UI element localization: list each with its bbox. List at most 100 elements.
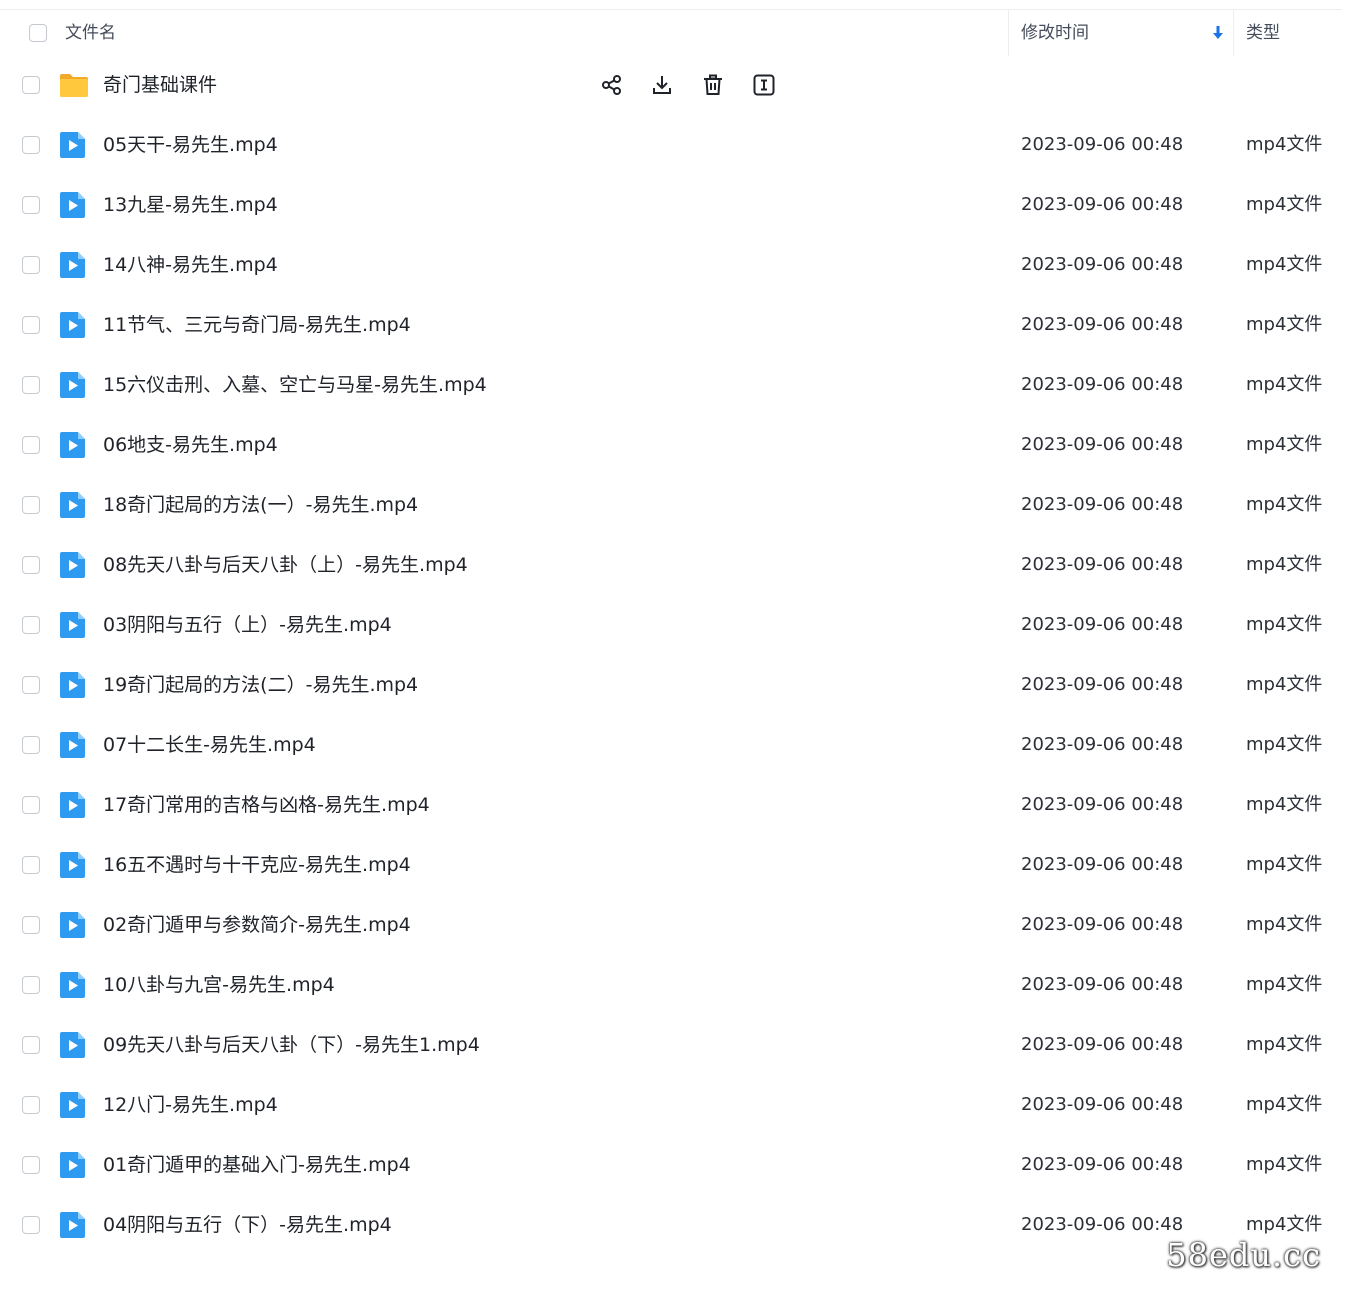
- file-modified-time: 2023-09-06 00:48: [1021, 194, 1184, 215]
- table-row[interactable]: 09先天八卦与后天八卦（下）-易先生1.mp4 2023-09-06 00:48…: [0, 1015, 1347, 1075]
- download-button[interactable]: [648, 71, 676, 99]
- file-type: mp4文件: [1246, 914, 1323, 935]
- row-checkbox[interactable]: [22, 376, 40, 394]
- trash-icon: [704, 74, 722, 95]
- row-checkbox[interactable]: [22, 256, 40, 274]
- video-file-icon: [60, 132, 85, 158]
- row-checkbox[interactable]: [22, 916, 40, 934]
- video-file-icon: [60, 672, 85, 698]
- file-name[interactable]: 15六仪击刑、入墓、空亡与马星-易先生.mp4: [103, 355, 487, 415]
- table-row[interactable]: 19奇门起局的方法(二）-易先生.mp4 2023-09-06 00:48 mp…: [0, 655, 1347, 715]
- row-checkbox[interactable]: [22, 1216, 40, 1234]
- video-file-icon: [60, 852, 85, 878]
- row-checkbox[interactable]: [22, 496, 40, 514]
- file-name[interactable]: 09先天八卦与后天八卦（下）-易先生1.mp4: [103, 1015, 480, 1075]
- file-name[interactable]: 19奇门起局的方法(二）-易先生.mp4: [103, 655, 418, 715]
- file-name[interactable]: 06地支-易先生.mp4: [103, 415, 278, 475]
- file-name[interactable]: 11节气、三元与奇门局-易先生.mp4: [103, 295, 411, 355]
- file-modified-time: 2023-09-06 00:48: [1021, 134, 1184, 155]
- table-row-folder[interactable]: 奇门基础课件: [0, 55, 1347, 115]
- table-row[interactable]: 04阴阳与五行（下）-易先生.mp4 2023-09-06 00:48 mp4文…: [0, 1195, 1347, 1255]
- table-row[interactable]: 16五不遇时与十干克应-易先生.mp4 2023-09-06 00:48 mp4…: [0, 835, 1347, 895]
- file-modified-time: 2023-09-06 00:48: [1021, 1214, 1184, 1235]
- file-name[interactable]: 12八门-易先生.mp4: [103, 1075, 278, 1135]
- row-checkbox[interactable]: [22, 76, 40, 94]
- row-checkbox[interactable]: [22, 196, 40, 214]
- row-checkbox[interactable]: [22, 856, 40, 874]
- file-name[interactable]: 07十二长生-易先生.mp4: [103, 715, 316, 775]
- folder-icon: [60, 74, 88, 97]
- file-name[interactable]: 01奇门遁甲的基础入门-易先生.mp4: [103, 1135, 411, 1195]
- row-checkbox[interactable]: [22, 736, 40, 754]
- share-button[interactable]: [598, 71, 626, 99]
- table-row[interactable]: 02奇门遁甲与参数简介-易先生.mp4 2023-09-06 00:48 mp4…: [0, 895, 1347, 955]
- table-row[interactable]: 14八神-易先生.mp4 2023-09-06 00:48 mp4文件: [0, 235, 1347, 295]
- select-all-checkbox[interactable]: [29, 24, 47, 42]
- table-row[interactable]: 01奇门遁甲的基础入门-易先生.mp4 2023-09-06 00:48 mp4…: [0, 1135, 1347, 1195]
- file-type: mp4文件: [1246, 314, 1323, 335]
- row-checkbox[interactable]: [22, 796, 40, 814]
- file-type: mp4文件: [1246, 974, 1323, 995]
- video-file-icon: [60, 192, 85, 218]
- video-file-icon: [60, 1152, 85, 1178]
- file-name[interactable]: 03阴阳与五行（上）-易先生.mp4: [103, 595, 392, 655]
- file-name[interactable]: 16五不遇时与十干克应-易先生.mp4: [103, 835, 411, 895]
- file-type: mp4文件: [1246, 434, 1323, 455]
- file-modified-time: 2023-09-06 00:48: [1021, 914, 1184, 935]
- table-row[interactable]: 03阴阳与五行（上）-易先生.mp4 2023-09-06 00:48 mp4文…: [0, 595, 1347, 655]
- table-row[interactable]: 17奇门常用的吉格与凶格-易先生.mp4 2023-09-06 00:48 mp…: [0, 775, 1347, 835]
- file-type: mp4文件: [1246, 614, 1323, 635]
- file-type: mp4文件: [1246, 854, 1323, 875]
- row-checkbox[interactable]: [22, 316, 40, 334]
- table-row[interactable]: 08先天八卦与后天八卦（上）-易先生.mp4 2023-09-06 00:48 …: [0, 535, 1347, 595]
- video-file-icon: [60, 492, 85, 518]
- watermark-text: 58edu.cc: [1166, 1236, 1321, 1274]
- file-type: mp4文件: [1246, 734, 1323, 755]
- column-header-name[interactable]: 文件名: [65, 10, 116, 56]
- video-file-icon: [60, 372, 85, 398]
- table-row[interactable]: 18奇门起局的方法(一）-易先生.mp4 2023-09-06 00:48 mp…: [0, 475, 1347, 535]
- table-row[interactable]: 11节气、三元与奇门局-易先生.mp4 2023-09-06 00:48 mp4…: [0, 295, 1347, 355]
- table-header: 文件名 修改时间 类型: [0, 9, 1342, 56]
- video-file-icon: [60, 1212, 85, 1238]
- row-checkbox[interactable]: [22, 436, 40, 454]
- file-name[interactable]: 10八卦与九宫-易先生.mp4: [103, 955, 335, 1015]
- row-checkbox[interactable]: [22, 976, 40, 994]
- row-checkbox[interactable]: [22, 616, 40, 634]
- row-checkbox[interactable]: [22, 1036, 40, 1054]
- table-row[interactable]: 10八卦与九宫-易先生.mp4 2023-09-06 00:48 mp4文件: [0, 955, 1347, 1015]
- table-row[interactable]: 12八门-易先生.mp4 2023-09-06 00:48 mp4文件: [0, 1075, 1347, 1135]
- column-header-type[interactable]: 类型: [1246, 10, 1280, 56]
- rename-button[interactable]: [750, 71, 778, 99]
- file-name[interactable]: 05天干-易先生.mp4: [103, 115, 278, 175]
- column-divider: [1233, 10, 1234, 56]
- table-row[interactable]: 05天干-易先生.mp4 2023-09-06 00:48 mp4文件: [0, 115, 1347, 175]
- video-file-icon: [60, 552, 85, 578]
- file-modified-time: 2023-09-06 00:48: [1021, 1034, 1184, 1055]
- table-row[interactable]: 06地支-易先生.mp4 2023-09-06 00:48 mp4文件: [0, 415, 1347, 475]
- file-type: mp4文件: [1246, 1154, 1323, 1175]
- file-name[interactable]: 14八神-易先生.mp4: [103, 235, 278, 295]
- table-row[interactable]: 13九星-易先生.mp4 2023-09-06 00:48 mp4文件: [0, 175, 1347, 235]
- sort-descending-icon[interactable]: [1212, 25, 1224, 41]
- file-name[interactable]: 04阴阳与五行（下）-易先生.mp4: [103, 1195, 392, 1255]
- row-checkbox[interactable]: [22, 136, 40, 154]
- delete-button[interactable]: [699, 71, 727, 99]
- file-modified-time: 2023-09-06 00:48: [1021, 494, 1184, 515]
- column-header-mtime[interactable]: 修改时间: [1021, 10, 1089, 56]
- video-file-icon: [60, 312, 85, 338]
- row-checkbox[interactable]: [22, 1156, 40, 1174]
- share-icon: [602, 75, 621, 95]
- row-checkbox[interactable]: [22, 1096, 40, 1114]
- row-checkbox[interactable]: [22, 556, 40, 574]
- row-checkbox[interactable]: [22, 676, 40, 694]
- file-name[interactable]: 17奇门常用的吉格与凶格-易先生.mp4: [103, 775, 430, 835]
- file-name[interactable]: 02奇门遁甲与参数简介-易先生.mp4: [103, 895, 411, 955]
- folder-name[interactable]: 奇门基础课件: [103, 55, 217, 115]
- table-row[interactable]: 15六仪击刑、入墓、空亡与马星-易先生.mp4 2023-09-06 00:48…: [0, 355, 1347, 415]
- table-row[interactable]: 07十二长生-易先生.mp4 2023-09-06 00:48 mp4文件: [0, 715, 1347, 775]
- file-name[interactable]: 08先天八卦与后天八卦（上）-易先生.mp4: [103, 535, 468, 595]
- file-name[interactable]: 18奇门起局的方法(一）-易先生.mp4: [103, 475, 418, 535]
- file-modified-time: 2023-09-06 00:48: [1021, 1094, 1184, 1115]
- file-name[interactable]: 13九星-易先生.mp4: [103, 175, 278, 235]
